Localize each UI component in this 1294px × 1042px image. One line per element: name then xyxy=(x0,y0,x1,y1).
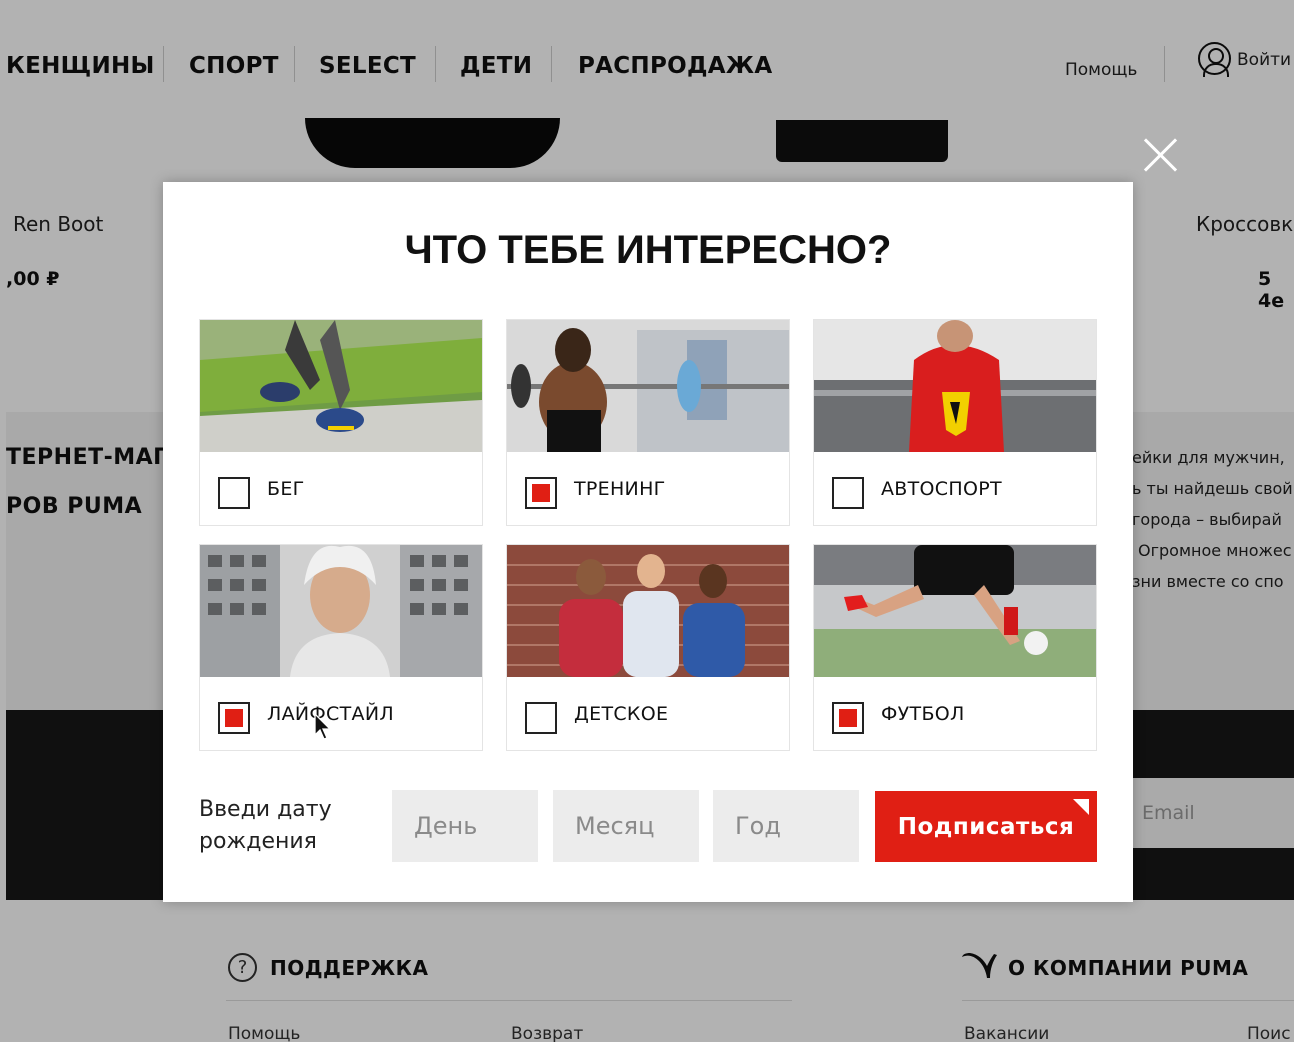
corner-triangle-icon xyxy=(1073,799,1089,815)
checkbox-football[interactable] xyxy=(832,702,864,734)
interests-modal: ЧТО ТЕБЕ ИНТЕРЕСНО? БЕГ ТРЕНИНГ АВТОСПОР… xyxy=(163,182,1133,902)
category-label-lifestyle: ЛАЙФСТАЙЛ xyxy=(267,703,394,725)
dob-label-line2: рождения xyxy=(199,829,317,854)
subscribe-label: Подписаться xyxy=(897,814,1075,840)
category-label-motorsport: АВТОСПОРТ xyxy=(881,478,1002,500)
category-label-football: ФУТБОЛ xyxy=(881,703,965,725)
kids-photo xyxy=(507,545,789,677)
subscribe-button[interactable]: Подписаться xyxy=(875,791,1097,862)
checkbox-lifestyle[interactable] xyxy=(218,702,250,734)
dob-label: Введи дату рождения xyxy=(199,794,332,858)
category-card-running[interactable]: БЕГ xyxy=(199,319,483,526)
training-photo xyxy=(507,320,789,452)
football-photo xyxy=(814,545,1096,677)
motorsport-photo xyxy=(814,320,1096,452)
checkbox-training[interactable] xyxy=(525,477,557,509)
modal-title: ЧТО ТЕБЕ ИНТЕРЕСНО? xyxy=(404,228,892,272)
running-photo xyxy=(200,320,482,452)
category-label-running: БЕГ xyxy=(267,478,305,500)
lifestyle-photo xyxy=(200,545,482,677)
day-input[interactable] xyxy=(392,790,538,862)
category-card-lifestyle[interactable]: ЛАЙФСТАЙЛ xyxy=(199,544,483,751)
category-card-motorsport[interactable]: АВТОСПОРТ xyxy=(813,319,1097,526)
checkbox-running[interactable] xyxy=(218,477,250,509)
close-icon[interactable] xyxy=(1140,134,1182,176)
year-input[interactable] xyxy=(713,790,859,862)
category-card-training[interactable]: ТРЕНИНГ xyxy=(506,319,790,526)
category-card-kids[interactable]: ДЕТСКОЕ xyxy=(506,544,790,751)
dob-label-line1: Введи дату xyxy=(199,797,332,822)
month-input[interactable] xyxy=(553,790,699,862)
checkbox-motorsport[interactable] xyxy=(832,477,864,509)
category-label-training: ТРЕНИНГ xyxy=(574,478,666,500)
category-label-kids: ДЕТСКОЕ xyxy=(574,703,669,725)
checkbox-kids[interactable] xyxy=(525,702,557,734)
category-card-football[interactable]: ФУТБОЛ xyxy=(813,544,1097,751)
